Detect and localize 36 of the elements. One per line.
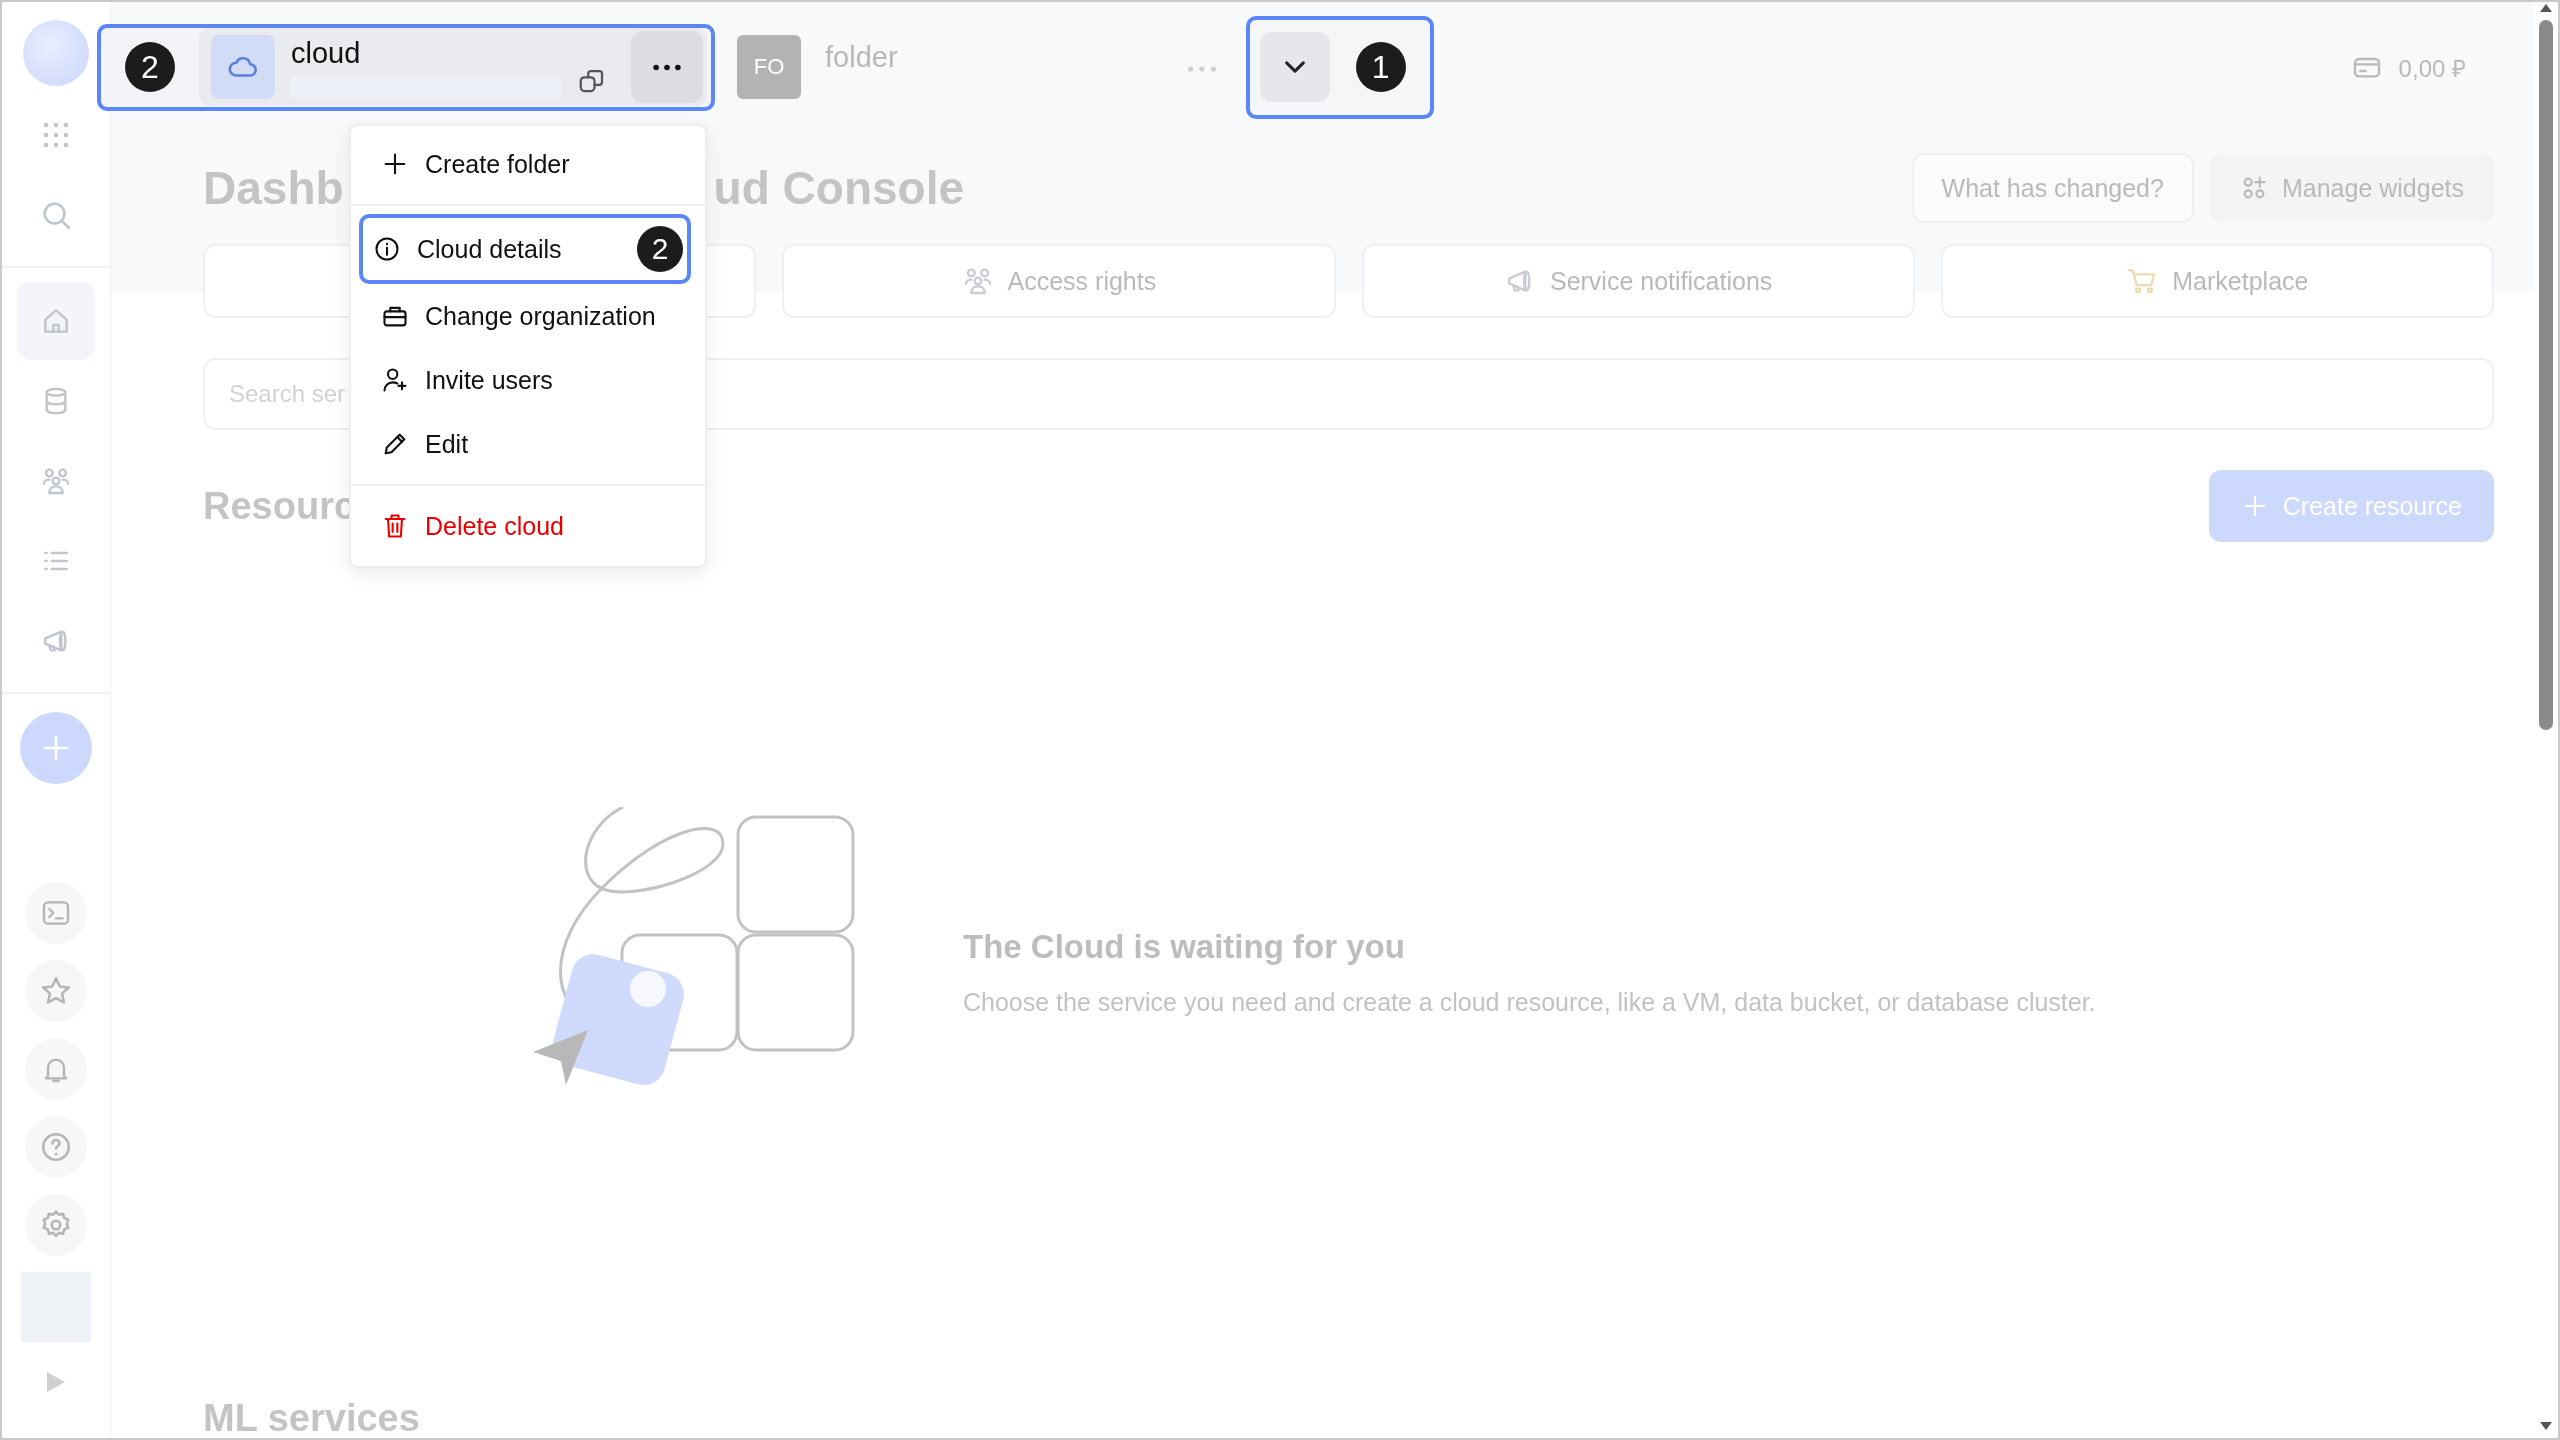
shortcut-card[interactable]: Access rights <box>782 244 1336 318</box>
cloud-selector[interactable]: cloud <box>199 28 707 106</box>
more-button[interactable] <box>631 31 703 103</box>
add-user-icon <box>381 366 409 394</box>
shortcut-label: Marketplace <box>2172 266 2309 296</box>
info-icon <box>373 235 401 263</box>
callout-badge: 2 <box>125 42 175 92</box>
menu-item[interactable]: Change organization <box>351 284 705 348</box>
folder-name[interactable]: folder <box>825 41 898 74</box>
menu-item[interactable]: Cloud details 2 <box>359 214 691 284</box>
shortcut-card[interactable]: Service notifications <box>1361 244 1915 318</box>
empty-state-title: The Cloud is waiting for you <box>963 927 1406 966</box>
help-icon <box>39 1130 73 1164</box>
chevron-down-icon <box>1284 61 1305 73</box>
sidebar-item[interactable] <box>17 282 95 360</box>
shortcut-label: Service notifications <box>1549 266 1773 296</box>
ellipsis-icon <box>653 63 681 71</box>
shortcut-label: Access rights <box>1007 266 1157 296</box>
menu-item[interactable]: Create folder <box>351 132 705 196</box>
callout-badge: 2 <box>637 226 683 272</box>
empty-state-text: Choose the service you need and create a cloud resource, like a VM, data bucket, or database cluster. <box>963 987 2096 1017</box>
whats-new-button[interactable]: What has changed? <box>1911 153 2194 223</box>
scroll-down-icon[interactable] <box>2538 1420 2554 1432</box>
people-icon <box>40 465 72 497</box>
balance-amount: 0,00 ₽ <box>2398 53 2466 84</box>
manage-widgets-button[interactable]: Manage widgets <box>2209 153 2494 223</box>
shortcut-card[interactable]: Marketplace <box>1940 244 2494 318</box>
expand-icon[interactable] <box>45 1370 67 1394</box>
scroll-up-icon[interactable] <box>2538 2 2554 14</box>
scrollbar-thumb[interactable] <box>2539 20 2553 730</box>
callout-badge: 1 <box>1355 42 1406 92</box>
initials-avatar[interactable]: FO <box>737 35 801 99</box>
ellipsis-icon[interactable] <box>1187 66 1216 72</box>
cloud-name: cloud <box>291 36 362 70</box>
expand-button[interactable] <box>1259 32 1330 102</box>
section-title: ML services <box>203 1397 421 1438</box>
